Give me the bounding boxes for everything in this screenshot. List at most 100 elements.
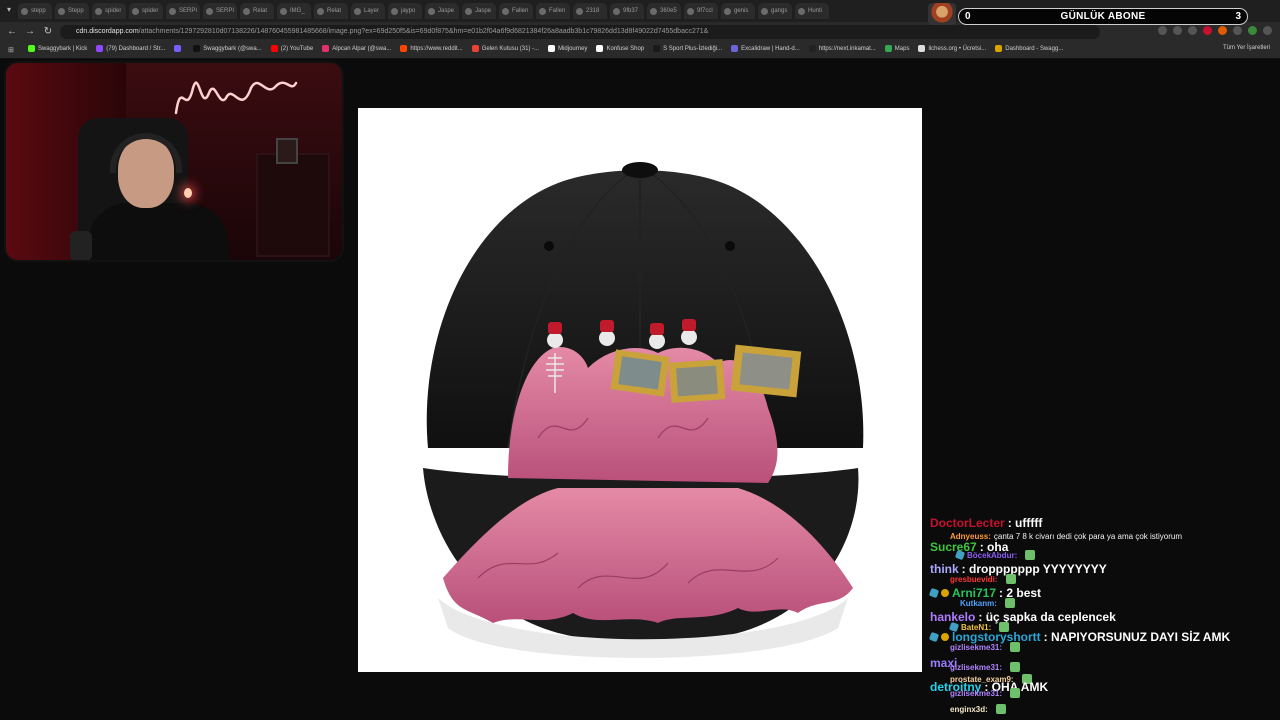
chat-username[interactable]: Kutkanm:: [960, 599, 997, 608]
bookmark-item[interactable]: (79) Dashboard / Str...: [96, 45, 165, 52]
bookmark-favicon-icon: [174, 45, 182, 52]
browser-tab[interactable]: stepp: [18, 3, 52, 19]
extension-icons: [1158, 26, 1272, 35]
browser-tab[interactable]: spider: [92, 3, 126, 19]
gift-badge-icon: [941, 633, 949, 641]
bookmark-item[interactable]: Dashboard - Swagg...: [995, 45, 1063, 52]
bookmark-item[interactable]: (2) YouTube: [270, 45, 314, 52]
share-icon[interactable]: [1173, 26, 1182, 35]
bookmark-favicon-icon: [400, 45, 408, 52]
all-bookmarks-button[interactable]: Tüm Yer İşaretleri: [1223, 45, 1270, 51]
browser-tab[interactable]: Fallen: [536, 3, 570, 19]
download-icon[interactable]: [1233, 26, 1242, 35]
profile-icon[interactable]: [1248, 26, 1257, 35]
browser-tab[interactable]: Layer: [351, 3, 385, 19]
apps-grid-icon[interactable]: ⊞: [8, 46, 14, 54]
bookmark-star-icon[interactable]: [1188, 26, 1197, 35]
bookmark-label: https://next.inkamat...: [818, 45, 876, 52]
browser-tab[interactable]: jaypo: [388, 3, 422, 19]
browser-tab[interactable]: gangs: [758, 3, 792, 19]
browser-tab[interactable]: Stepp: [55, 3, 89, 19]
browser-tab[interactable]: spider: [129, 3, 163, 19]
browser-tab[interactable]: SERPI: [166, 3, 200, 19]
chat-emote-icon: [1005, 574, 1016, 584]
browser-tab[interactable]: Relat: [240, 3, 274, 19]
browser-tab[interactable]: SERPI: [203, 3, 237, 19]
bookmark-item[interactable]: Swaggybark | Kick: [28, 45, 87, 52]
browser-tab[interactable]: genis: [721, 3, 755, 19]
chat-message: enginx3d:: [950, 704, 1006, 714]
bookmark-favicon-icon: [28, 45, 35, 52]
bookmark-favicon-icon: [918, 45, 926, 52]
tab-favicon-icon: [58, 7, 65, 15]
bookmark-item[interactable]: Swaggybark (@swa...: [193, 45, 262, 52]
bookmark-favicon-icon: [270, 45, 278, 52]
zoom-icon[interactable]: [1158, 26, 1167, 35]
url-input[interactable]: cdn.discordapp.com/attachments/129729281…: [60, 25, 1100, 39]
tab-favicon-icon: [465, 7, 472, 15]
chat-username[interactable]: BöcekAbdur:: [967, 551, 1017, 560]
bookmark-label: Dashboard - Swagg...: [1005, 45, 1064, 52]
bookmark-item[interactable]: Excalidraw | Hand-d...: [731, 45, 800, 52]
reload-icon[interactable]: ↻: [42, 26, 54, 38]
bookmark-item[interactable]: S Sport Plus-İzlediği...: [653, 45, 722, 52]
extension-icon[interactable]: [1218, 26, 1227, 35]
chat-username[interactable]: enginx3d:: [950, 705, 988, 714]
bookmark-item[interactable]: Alpcan Alpar (@swa...: [322, 45, 391, 52]
back-icon[interactable]: ←: [6, 26, 18, 38]
bookmark-item[interactable]: Midjourney: [548, 45, 587, 52]
bookmark-label: (2) YouTube: [280, 45, 314, 52]
bookmark-item[interactable]: https://next.inkamat...: [808, 45, 876, 52]
bookmark-item[interactable]: lichess.org • Ücretsi...: [918, 45, 986, 52]
bookmark-favicon-icon: [548, 45, 556, 52]
chat-text: çanta 7 8 k civarı dedi çok para ya ama …: [993, 532, 1182, 541]
bookmark-favicon-icon: [193, 45, 201, 52]
chat-username[interactable]: gizlisekme31:: [950, 643, 1002, 652]
bookmark-item[interactable]: [174, 45, 184, 52]
chat-username[interactable]: DoctorLecter: [930, 516, 1005, 530]
bookmark-item[interactable]: Maps: [884, 45, 909, 52]
tab-title: IMG_: [290, 8, 305, 14]
chat-username[interactable]: gizlisekme31:: [950, 663, 1002, 672]
tab-favicon-icon: [206, 7, 213, 15]
menu-icon[interactable]: [1263, 26, 1272, 35]
browser-tab[interactable]: Jaspe: [462, 3, 496, 19]
bookmark-item[interactable]: Konfuse Shop: [596, 45, 644, 52]
bookmark-favicon-icon: [596, 45, 604, 52]
chat-username[interactable]: gizlisekme31:: [950, 689, 1002, 698]
bookmark-label: Midjourney: [558, 45, 588, 52]
bookmark-item[interactable]: Gelen Kutusu (31) -...: [471, 45, 539, 52]
bookmark-favicon-icon: [808, 45, 816, 52]
bookmark-label: lichess.org • Ücretsi...: [928, 45, 987, 52]
browser-tab[interactable]: 9fb37: [610, 3, 644, 19]
tab-title: gangs: [771, 8, 788, 14]
webcam-picture-frame: [276, 138, 298, 164]
browser-tab[interactable]: Jaspe: [425, 3, 459, 19]
image-viewer: [358, 108, 922, 672]
browser-tab[interactable]: 360e5: [647, 3, 681, 19]
browser-tab[interactable]: IMG_: [277, 3, 311, 19]
forward-icon[interactable]: →: [24, 26, 36, 38]
subscriber-right-count: 3: [1235, 11, 1241, 22]
tab-title: Jaspe: [438, 8, 455, 14]
browser-tab[interactable]: 2318: [573, 3, 607, 19]
extension-icon[interactable]: [1203, 26, 1212, 35]
chat-emote-icon: [1025, 550, 1036, 560]
tab-favicon-icon: [280, 7, 287, 15]
tab-title: jaypo: [401, 8, 416, 14]
bookmark-item[interactable]: https://www.reddit...: [400, 45, 463, 52]
tab-favicon-icon: [243, 7, 250, 15]
tab-favicon-icon: [391, 7, 398, 15]
browser-tab[interactable]: Fallen: [499, 3, 533, 19]
bookmark-favicon-icon: [995, 45, 1003, 52]
tab-title: 360e5: [660, 8, 677, 14]
streamer-mascot-icon: [928, 3, 956, 25]
chat-username[interactable]: gresbuevidi:: [950, 575, 998, 584]
cap-product-image: [423, 162, 864, 658]
bookmark-label: Swaggybark | Kick: [38, 45, 88, 52]
bookmark-favicon-icon: [322, 45, 330, 52]
tab-search-icon[interactable]: ▾: [4, 5, 14, 15]
browser-tab[interactable]: Relat: [314, 3, 348, 19]
browser-tab[interactable]: 9f7ccl: [684, 3, 718, 19]
browser-tab[interactable]: Hunti: [795, 3, 829, 19]
